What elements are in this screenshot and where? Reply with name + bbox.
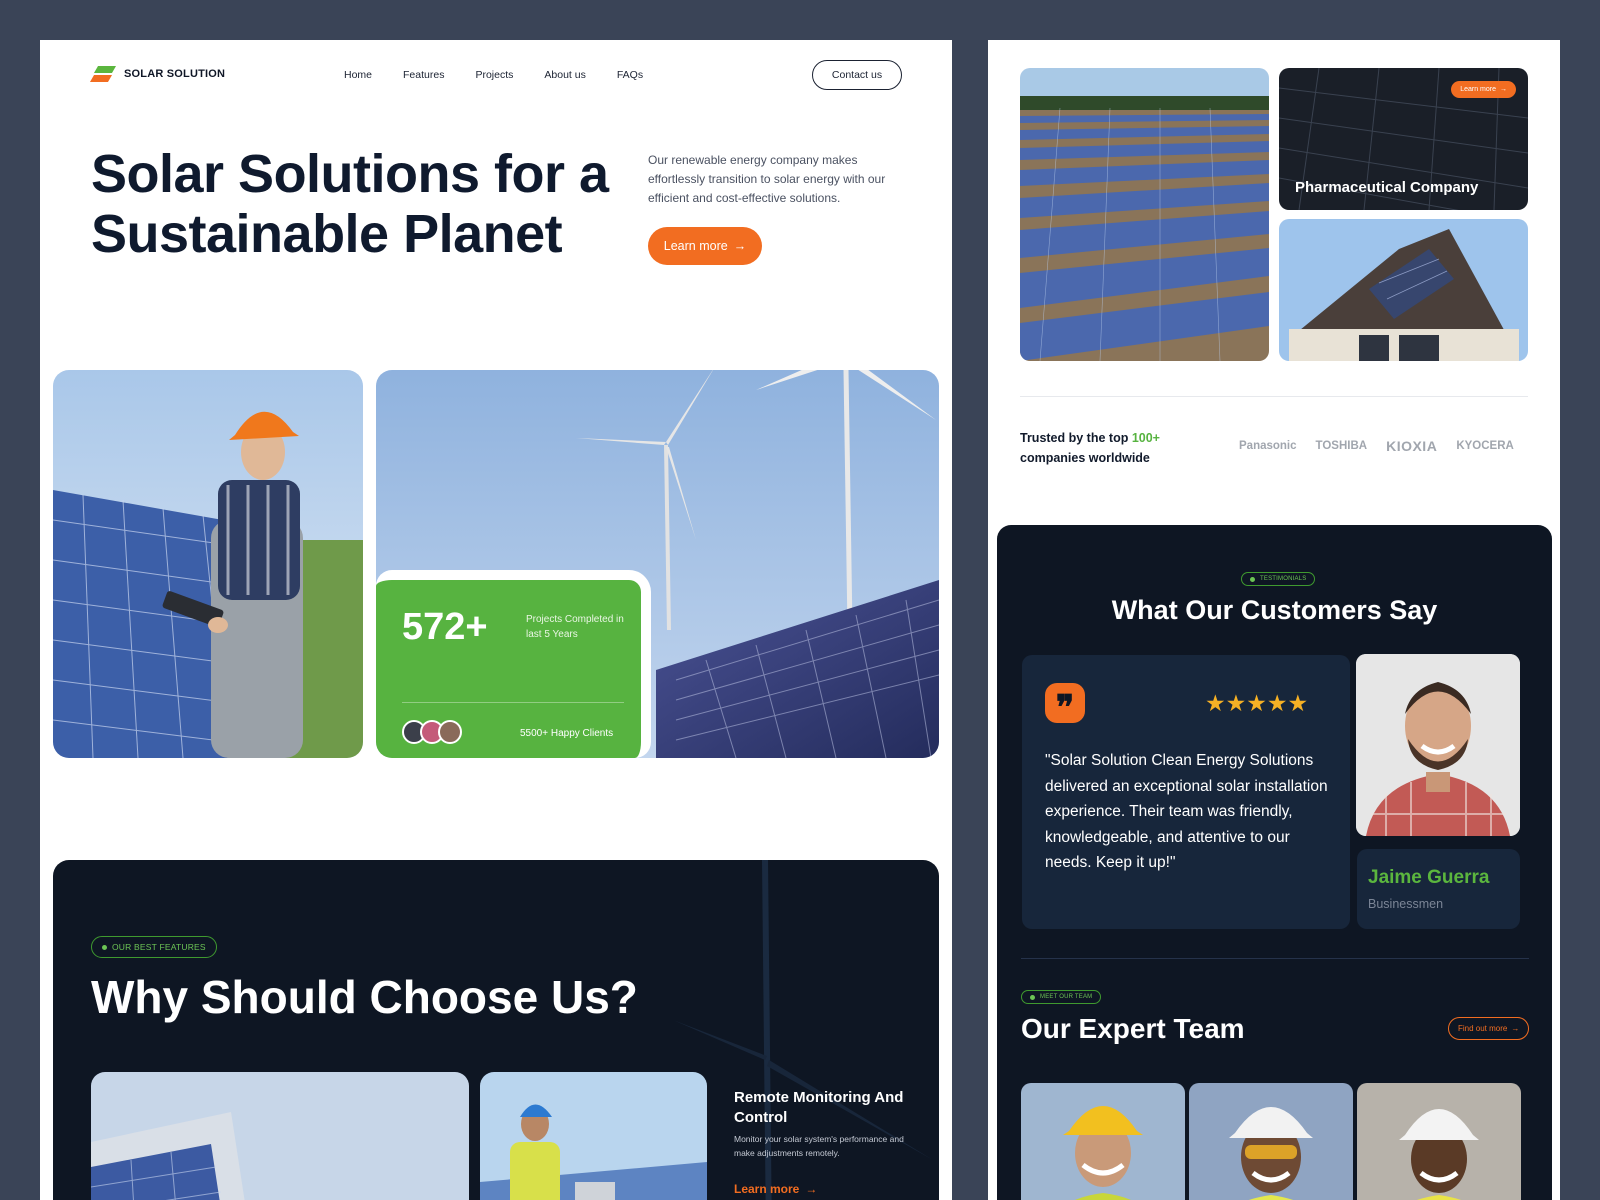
arrow-right-icon: → (805, 1182, 818, 1196)
dot-icon (102, 944, 107, 950)
team-member-photo[interactable] (1021, 1083, 1185, 1200)
team-member-photo[interactable] (1189, 1083, 1353, 1200)
team-pill: MEET OUR TEAM (1021, 990, 1102, 1004)
projects-count: 572+ (402, 606, 488, 648)
testimonial-card: ❞ ★★★★★ "Solar Solution Clean Energy Sol… (1022, 655, 1350, 929)
trusted-suffix: companies worldwide (1020, 451, 1150, 465)
nav-projects[interactable]: Projects (475, 69, 513, 81)
project-label: Pharmaceutical Company (1295, 179, 1479, 196)
section-divider (1021, 958, 1529, 959)
project-learn-more-label: Learn more (1460, 86, 1496, 93)
arrow-right-icon: → (1511, 1024, 1520, 1033)
solar-farm-photo[interactable] (1020, 68, 1269, 361)
testimonial-quote: "Solar Solution Clean Energy Solutions d… (1045, 752, 1328, 871)
find-out-more-button[interactable]: Find out more → (1448, 1017, 1530, 1040)
feature-learn-more-label: Learn more (734, 1182, 800, 1196)
engineer-laptop-photo (480, 1072, 707, 1200)
brand-panasonic: Panasonic (1239, 440, 1297, 452)
testimonials-title: What Our Customers Say (1111, 595, 1438, 625)
logo-icon (89, 66, 117, 82)
hero-learn-more-button[interactable]: Learn more → (648, 227, 762, 265)
hero-description: Our renewable energy company makes effor… (648, 153, 886, 205)
projects-label: Projects Completed in last 5 Years (526, 614, 624, 640)
nav-features[interactable]: Features (403, 69, 444, 81)
features-section: OUR BEST FEATURES Why Should Choose Us? (53, 860, 939, 1200)
team-pill-label: MEET OUR TEAM (1040, 994, 1093, 1000)
project-learn-more-button[interactable]: Learn more → (1451, 81, 1516, 98)
feature-learn-more-link[interactable]: Learn more → (734, 1182, 817, 1196)
avatar (438, 720, 462, 744)
hero-learn-more-label: Learn more (663, 239, 728, 253)
feature-title: Remote Monitoring And Control (734, 1089, 904, 1126)
customer-role: Businessmen (1368, 897, 1444, 911)
customer-info-card: Jaime Guerra Businessmen (1357, 849, 1520, 929)
stat-divider (402, 702, 624, 703)
trusted-prefix: Trusted by the top (1020, 431, 1129, 445)
happy-clients: 5500+ Happy Clients (520, 728, 614, 739)
features-pill-label: OUR BEST FEATURES (112, 942, 206, 952)
nav-faqs[interactable]: FAQs (617, 69, 643, 81)
nav-home[interactable]: Home (344, 69, 372, 81)
client-avatars (402, 720, 462, 744)
logo-text: SOLAR SOLUTION (124, 68, 226, 80)
arrow-right-icon: → (733, 239, 747, 253)
main-nav: Home Features Projects About us FAQs (344, 69, 643, 81)
nav-about[interactable]: About us (544, 69, 585, 81)
worker-photo (53, 370, 363, 758)
team-member-photo[interactable] (1357, 1083, 1521, 1200)
feature-description: Monitor your solar system's performance … (734, 1134, 904, 1158)
dot-icon (1030, 994, 1035, 1000)
testimonials-pill-label: TESTIMONIALS (1260, 576, 1307, 582)
features-pill: OUR BEST FEATURES (91, 936, 217, 958)
arrow-right-icon: → (1500, 86, 1507, 93)
hero-title: Solar Solutions for a Sustainable Planet (91, 144, 609, 264)
landing-page-left: SOLAR SOLUTION Home Features Projects Ab… (40, 40, 952, 1200)
pharmaceutical-project-card[interactable]: Learn more → Pharmaceutical Company (1279, 68, 1528, 210)
features-title: Why Should Choose Us? (91, 971, 638, 1023)
customer-name: Jaime Guerra (1368, 867, 1490, 888)
quote-icon: ❞ (1045, 683, 1085, 725)
dot-icon (1250, 576, 1255, 582)
customer-photo (1356, 654, 1520, 836)
testimonials-pill: TESTIMONIALS (1241, 572, 1316, 586)
brand-toshiba: TOSHIBA (1315, 440, 1368, 452)
find-out-more-label: Find out more (1458, 1024, 1508, 1033)
section-divider (1020, 396, 1528, 397)
trusted-highlight: 100+ (1131, 431, 1160, 445)
brand-kyocera: KYOCERA (1456, 440, 1514, 452)
projects-stat-card: 572+ Projects Completed in last 5 Years … (376, 570, 651, 758)
rating-stars-icon: ★★★★★ (1205, 690, 1309, 716)
contact-button[interactable]: Contact us (812, 60, 902, 90)
trusted-text: Trusted by the top 100+ companies worldw… (1020, 428, 1220, 468)
testimonials-section: TESTIMONIALS What Our Customers Say ❞ ★★… (997, 525, 1552, 1200)
landing-page-right: Learn more → Pharmaceutical Company Trus… (988, 40, 1560, 1200)
house-solar-photo[interactable] (1279, 219, 1528, 361)
team-title: Our Expert Team (1021, 1013, 1245, 1044)
brand-kioxia: KIOXIA (1386, 438, 1438, 454)
brand-logos: Panasonic TOSHIBA KIOXIA KYOCERA (1239, 438, 1514, 454)
feature-panel-photo (91, 1072, 469, 1200)
logo[interactable]: SOLAR SOLUTION (89, 66, 226, 82)
